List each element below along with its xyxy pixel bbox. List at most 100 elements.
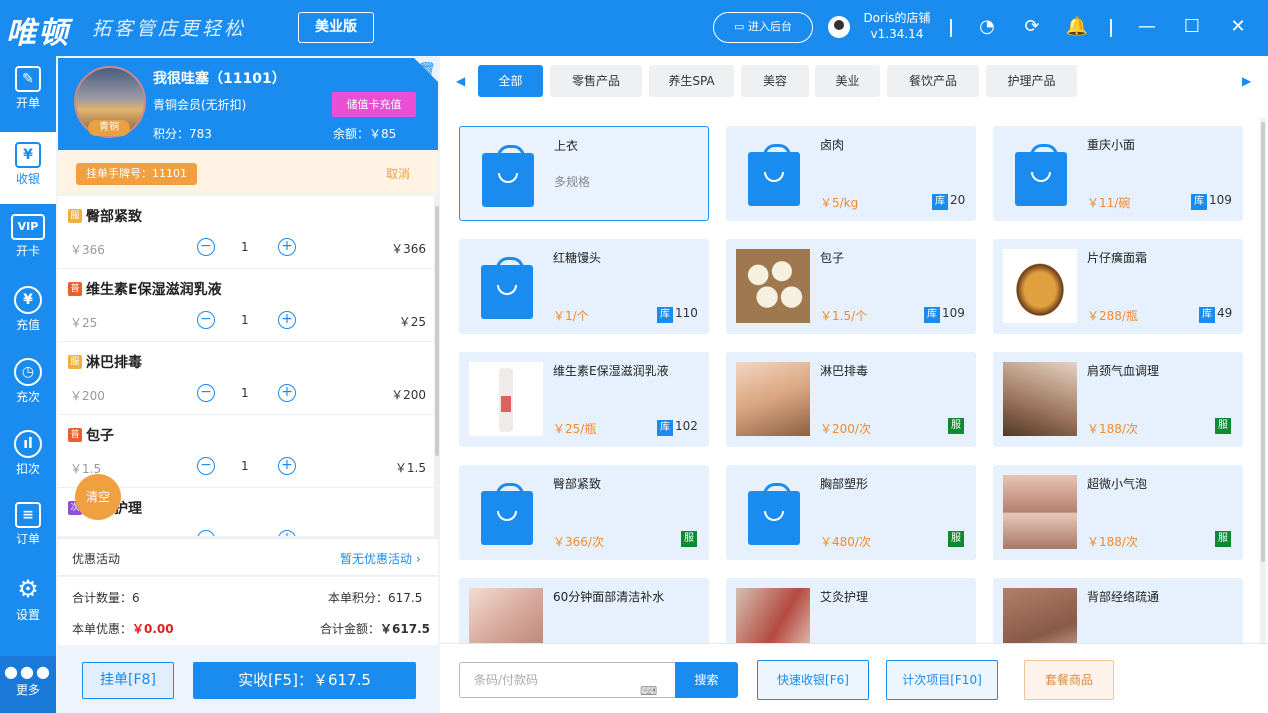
search-button[interactable]: 搜索 [675,662,738,698]
increase-qty-button[interactable]: + [278,238,296,256]
tab-food[interactable]: 餐饮产品 [887,65,979,97]
sidebar-item-label: 充次 [15,390,40,404]
product-photo [1003,588,1077,643]
increase-qty-button[interactable]: + [278,457,296,475]
tab-spa[interactable]: 养生SPA [649,65,734,97]
count-item-button[interactable]: 计次项目[F10] [886,660,998,700]
bell-icon[interactable]: 🔔 [1065,15,1089,39]
sidebar-item-recharge[interactable]: ¥ 充值 [0,276,56,348]
item-type-badge: 服 [68,355,82,369]
cart-item-qty: 1 [241,459,249,473]
product-price: ￥288/瓶 [1087,309,1138,323]
cart-row[interactable]: 服 淋巴排毒 ￥200 − 1 + ￥200 [58,342,434,415]
hold-order-button[interactable]: 挂单[F8] [82,662,174,699]
cart-row[interactable]: 服 臀部紧致 ￥366 − 1 + ￥366 [58,196,434,269]
product-price: ￥200/次 [820,422,871,436]
sidebar-item-open-order[interactable]: ✎ 开单 [0,56,56,128]
bag-icon [748,483,800,545]
close-icon[interactable]: ✕ [1226,15,1250,39]
product-card[interactable]: 片仔癀面霜 ￥288/瓶 库 49 [993,239,1243,334]
item-type-badge: 普 [68,428,82,442]
service-badge: 服 [948,531,964,547]
product-card[interactable]: 背部经络疏通 [993,578,1243,643]
product-card[interactable]: 红糖馒头 ￥1/个 库 110 [459,239,709,334]
sidebar-item-label: 开卡 [15,244,40,258]
product-card[interactable]: 胸部塑形 ￥480/次 服 [726,465,976,560]
tab-scroll-right-icon[interactable]: ▶ [1242,74,1251,88]
product-card[interactable]: 重庆小面 ￥11/碗 库 109 [993,126,1243,221]
sidebar-item-more[interactable]: ●●● 更多 [0,656,56,713]
product-card[interactable]: 包子 ￥1.5/个 库 109 [726,239,976,334]
bag-icon [1015,144,1067,206]
order-discount: 本单优惠：￥0.00 [72,622,174,636]
minimize-icon[interactable]: — [1135,15,1159,39]
cart-item-total: ￥25 [398,315,426,329]
quick-cashier-button[interactable]: 快速收银[F6] [757,660,869,700]
tab-care[interactable]: 护理产品 [986,65,1077,97]
separator [950,19,952,37]
sidebar-item-settings[interactable]: ⚙ 设置 [0,564,56,636]
shop-info[interactable]: Doris的店铺 v1.34.14 [857,10,937,42]
product-card[interactable]: 淋巴排毒 ￥200/次 服 [726,352,976,447]
decrease-qty-button[interactable]: − [197,530,215,536]
product-card[interactable]: 艾灸护理 [726,578,976,643]
product-photo [469,362,543,436]
decrease-qty-button[interactable]: − [197,457,215,475]
decrease-qty-button[interactable]: − [197,311,215,329]
product-spec: 多规格 [554,175,591,189]
decrease-qty-button[interactable]: − [197,384,215,402]
keyboard-icon[interactable]: ⌨ [640,674,657,708]
headset-icon[interactable]: ◔ [975,15,999,39]
bag-icon [481,483,533,545]
pay-button[interactable]: 实收[F5]：￥617.5 [193,662,416,699]
product-scrollbar[interactable] [1260,118,1266,643]
increase-qty-button[interactable]: + [278,311,296,329]
product-price: ￥11/碗 [1087,196,1131,210]
app-logo: 唯顿 [6,16,70,51]
stored-card-recharge-button[interactable]: 储值卡充值 [332,92,416,117]
sidebar-item-add-times[interactable]: ◷ 充次 [0,348,56,420]
product-card[interactable]: 上衣 多规格 [459,126,709,221]
cart-row[interactable]: 普 维生素E保湿滋润乳液 ￥25 − 1 + ￥25 [58,269,434,342]
product-card[interactable]: 60分钟面部清洁补水 [459,578,709,643]
product-card[interactable]: 超微小气泡 ￥188/次 服 [993,465,1243,560]
sidebar-item-orders[interactable]: ≡ 订单 [0,492,56,564]
tab-beauty-industry[interactable]: 美业 [815,65,880,97]
cart-item-name: 淋巴排毒 [86,355,142,371]
hold-cancel-link[interactable]: 取消 [386,165,410,182]
promotion-row[interactable]: 优惠活动 暂无优惠活动 › [58,538,438,576]
barcode-input[interactable]: 条码/付款码 ⌨ [459,662,675,698]
tab-scroll-left-icon[interactable]: ◀ [456,74,465,88]
product-name: 卤肉 [820,138,845,152]
product-price: ￥480/次 [820,535,871,549]
bag-icon [481,257,533,319]
package-goods-button[interactable]: 套餐商品 [1024,660,1114,700]
tab-retail[interactable]: 零售产品 [550,65,642,97]
refresh-icon[interactable]: ⟳ [1020,15,1044,39]
product-name: 60分钟面部清洁补水 [553,590,665,604]
enter-backend-button[interactable]: ▭ 进入后台 [713,12,813,43]
tab-beauty[interactable]: 美容 [741,65,809,97]
clear-cart-button[interactable]: 清空 [75,474,121,520]
decrease-qty-button[interactable]: − [197,238,215,256]
cart-item-qty: 1 [241,313,249,327]
sidebar-item-cashier[interactable]: ¥ 收银 [0,132,56,204]
cart-row[interactable]: 普 包子 ￥1.5 − 1 + ￥1.5 [58,415,434,488]
item-type-badge: 服 [68,209,82,223]
product-card[interactable]: 肩颈气血调理 ￥188/次 服 [993,352,1243,447]
product-card[interactable]: 臀部紧致 ￥366/次 服 [459,465,709,560]
product-name: 背部经络疏通 [1087,590,1160,604]
product-card[interactable]: 卤肉 ￥5/kg 库 20 [726,126,976,221]
product-card[interactable]: 维生素E保湿滋润乳液 ￥25/瓶 库 102 [459,352,709,447]
trash-icon[interactable]: 🗑 [418,62,436,78]
increase-qty-button[interactable]: + [278,384,296,402]
user-avatar-icon[interactable] [828,16,850,38]
sidebar-item-deduct-times[interactable]: ıl 扣次 [0,420,56,492]
tab-all[interactable]: 全部 [478,65,543,97]
product-name: 艾灸护理 [820,590,869,604]
increase-qty-button[interactable]: + [278,530,296,536]
maximize-icon[interactable]: ☐ [1180,15,1204,39]
sidebar-item-open-card[interactable]: VIP 开卡 [0,204,56,276]
bar-chart-icon: ıl [14,430,42,458]
service-badge: 服 [1215,531,1231,547]
